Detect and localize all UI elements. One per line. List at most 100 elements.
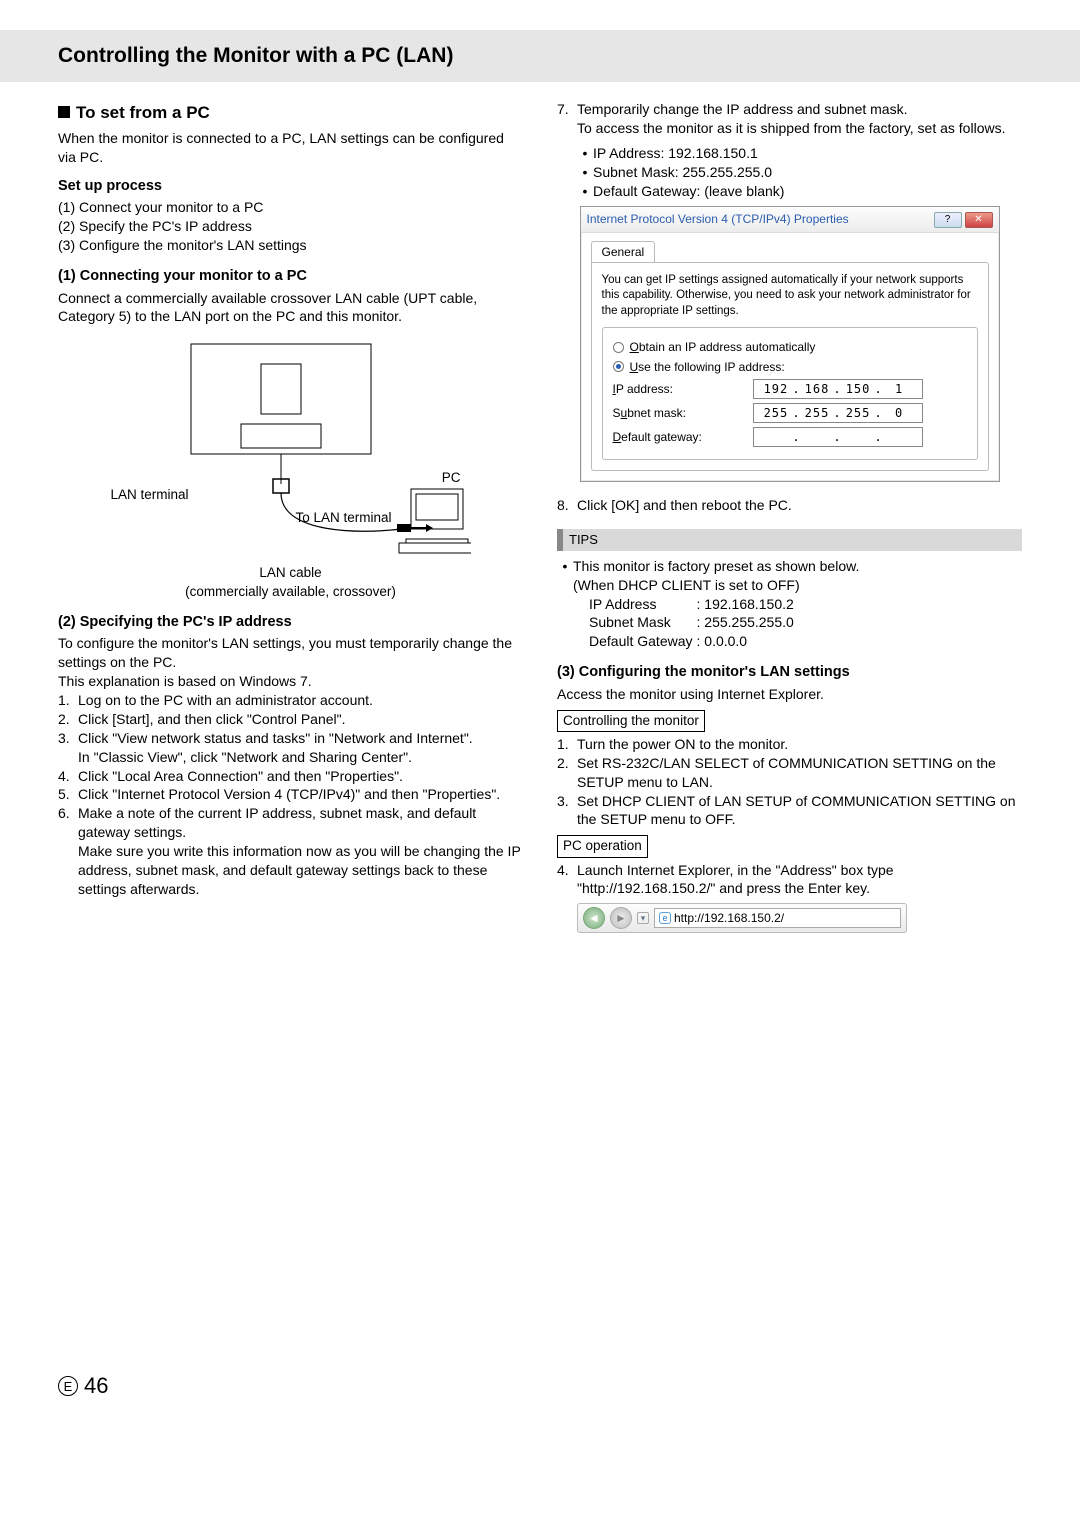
step-number: 5.	[58, 785, 78, 804]
step-number: 7.	[557, 100, 577, 200]
label: P address:	[616, 382, 673, 396]
connecting-body: Connect a commercially available crossov…	[58, 289, 523, 327]
list-item: (3) Configure the monitor's LAN settings	[58, 236, 523, 255]
step-text: Turn the power ON to the monitor.	[577, 735, 1022, 754]
list-item: 3.Set DHCP CLIENT of LAN SETUP of COMMUN…	[557, 792, 1022, 830]
list-item: (2) Specify the PC's IP address	[58, 217, 523, 236]
step-extra: Make sure you write this information now…	[78, 843, 521, 897]
fig-label-pc: PC	[442, 469, 461, 487]
table-row: IP Address: 192.168.150.2	[589, 595, 798, 614]
box-pc-operation: PC operation	[557, 835, 648, 857]
label-pre: S	[613, 406, 621, 420]
back-button[interactable]: ◄	[583, 907, 605, 929]
radio-obtain-auto[interactable]: Obtain an IP address automatically	[613, 339, 967, 355]
list-item: 5.Click "Internet Protocol Version 4 (TC…	[58, 785, 523, 804]
tips-key: IP Address	[589, 595, 697, 614]
close-button[interactable]: ✕	[965, 212, 993, 228]
list-item: 1.Log on to the PC with an administrator…	[58, 691, 523, 710]
list-item: 6.Make a note of the current IP address,…	[58, 804, 523, 898]
ie-icon: e	[659, 912, 671, 924]
pc-steps-list: 4.Launch Internet Explorer, in the "Addr…	[557, 861, 1022, 899]
setup-process-list: (1) Connect your monitor to a PC (2) Spe…	[58, 198, 523, 255]
configuring-heading: (3) Configuring the monitor's LAN settin…	[557, 663, 1022, 683]
tab-general[interactable]: General	[591, 241, 656, 262]
step-extra: In "Classic View", click "Network and Sh…	[78, 749, 412, 765]
page: Controlling the Monitor with a PC (LAN) …	[0, 0, 1080, 1439]
list-item: IP Address: 192.168.150.1	[577, 144, 1022, 163]
section-header-bar: Controlling the Monitor with a PC (LAN)	[0, 30, 1080, 82]
tips-val: : 255.255.255.0	[697, 613, 798, 632]
forward-button[interactable]: ►	[610, 907, 632, 929]
fig-caption-crossover: (commercially available, crossover)	[58, 583, 523, 601]
step-text: Click "View network status and tasks" in…	[78, 730, 473, 746]
default-gateway-field[interactable]: ...	[753, 427, 923, 447]
step-number: 3.	[58, 729, 78, 767]
list-item: 2.Set RS-232C/LAN SELECT of COMMUNICATIO…	[557, 754, 1022, 792]
table-row: Default Gateway: 0.0.0.0	[589, 632, 798, 651]
intro-text: When the monitor is connected to a PC, L…	[58, 129, 523, 167]
help-button[interactable]: ?	[934, 212, 962, 228]
spec-intro-1: To configure the monitor's LAN settings,…	[58, 634, 523, 672]
step-number: 8.	[557, 496, 577, 515]
list-item: 4.Launch Internet Explorer, in the "Addr…	[557, 861, 1022, 899]
list-item: 1.Turn the power ON to the monitor.	[557, 735, 1022, 754]
step-8: 8.Click [OK] and then reboot the PC.	[557, 496, 1022, 515]
dialog-titlebar: Internet Protocol Version 4 (TCP/IPv4) P…	[581, 207, 999, 232]
step-text: Make a note of the current IP address, s…	[78, 805, 476, 840]
bullet-text: Default Gateway: (leave blank)	[593, 182, 784, 201]
square-bullet-icon	[58, 106, 70, 118]
step7-lead: Temporarily change the IP address and su…	[577, 101, 907, 117]
tips-heading-bar: TIPS	[557, 529, 1022, 551]
subnet-mask-field[interactable]: 255.255.255.0	[753, 403, 923, 423]
dialog-description: You can get IP settings assigned automat…	[602, 273, 978, 320]
step-text: Set RS-232C/LAN SELECT of COMMUNICATION …	[577, 754, 1022, 792]
bullet-text: Subnet Mask: 255.255.255.0	[593, 163, 772, 182]
fig-caption-lan-cable: LAN cable	[58, 564, 523, 582]
radio-label-u: O	[630, 340, 639, 354]
radio-label-u: U	[630, 360, 639, 374]
step-text: Click "Internet Protocol Version 4 (TCP/…	[78, 785, 523, 804]
tips-table: IP Address: 192.168.150.2 Subnet Mask: 2…	[589, 595, 798, 652]
dialog-body: General You can get IP settings assigned…	[581, 233, 999, 482]
ip-address-field[interactable]: 192.168.150.1	[753, 379, 923, 399]
step-text: Set DHCP CLIENT of LAN SETUP of COMMUNIC…	[577, 792, 1022, 830]
page-footer: E 46	[58, 1373, 1022, 1399]
radio-label: btain an IP address automatically	[639, 340, 816, 354]
ctrl-steps-list: 1.Turn the power ON to the monitor. 2.Se…	[557, 735, 1022, 829]
fig-label-to-lan-terminal: To LAN terminal	[296, 509, 392, 527]
step-number: 6.	[58, 804, 78, 898]
page-number: 46	[84, 1373, 108, 1399]
step7-bullets: IP Address: 192.168.150.1 Subnet Mask: 2…	[577, 144, 1022, 201]
edition-icon: E	[58, 1376, 78, 1396]
step-number: 3.	[557, 792, 577, 830]
step-text: Launch Internet Explorer, in the "Addres…	[577, 861, 1022, 899]
tips-list: This monitor is factory preset as shown …	[557, 557, 1022, 651]
tips-line1: This monitor is factory preset as shown …	[573, 558, 859, 574]
configuring-sub: Access the monitor using Internet Explor…	[557, 685, 1022, 704]
step-7: 7. Temporarily change the IP address and…	[557, 100, 1022, 200]
bullet-text: IP Address: 192.168.150.1	[593, 144, 758, 163]
setup-process-heading: Set up process	[58, 177, 523, 197]
row-default-gateway: Default gateway: ...	[613, 427, 967, 447]
heading-text: To set from a PC	[76, 103, 210, 122]
tips-val: : 0.0.0.0	[697, 632, 798, 651]
step-number: 2.	[58, 710, 78, 729]
diagram-lan-connection: LAN terminal PC To LAN terminal LAN cabl…	[58, 334, 523, 600]
heading-set-from-pc: To set from a PC	[58, 102, 523, 125]
radio-use-following[interactable]: Use the following IP address:	[613, 359, 967, 375]
radio-dot-icon	[616, 364, 621, 369]
spec-ip-heading: (2) Specifying the PC's IP address	[58, 613, 523, 633]
radio-label: se the following IP address:	[638, 360, 785, 374]
step-text: Log on to the PC with an administrator a…	[78, 691, 523, 710]
label: efault gateway:	[621, 430, 702, 444]
right-column: 7. Temporarily change the IP address and…	[557, 100, 1022, 933]
row-ip-address: IP address: 192.168.150.1	[613, 379, 967, 399]
ie-address-bar: ◄ ► ▾ e http://192.168.150.2/	[577, 903, 907, 933]
page-title: Controlling the Monitor with a PC (LAN)	[58, 44, 1080, 68]
url-text: http://192.168.150.2/	[674, 910, 784, 926]
row-subnet-mask: Subnet mask: 255.255.255.0	[613, 403, 967, 423]
list-item: (1) Connect your monitor to a PC	[58, 198, 523, 217]
url-input[interactable]: e http://192.168.150.2/	[654, 908, 901, 928]
step-number: 1.	[58, 691, 78, 710]
history-dropdown[interactable]: ▾	[637, 912, 649, 924]
